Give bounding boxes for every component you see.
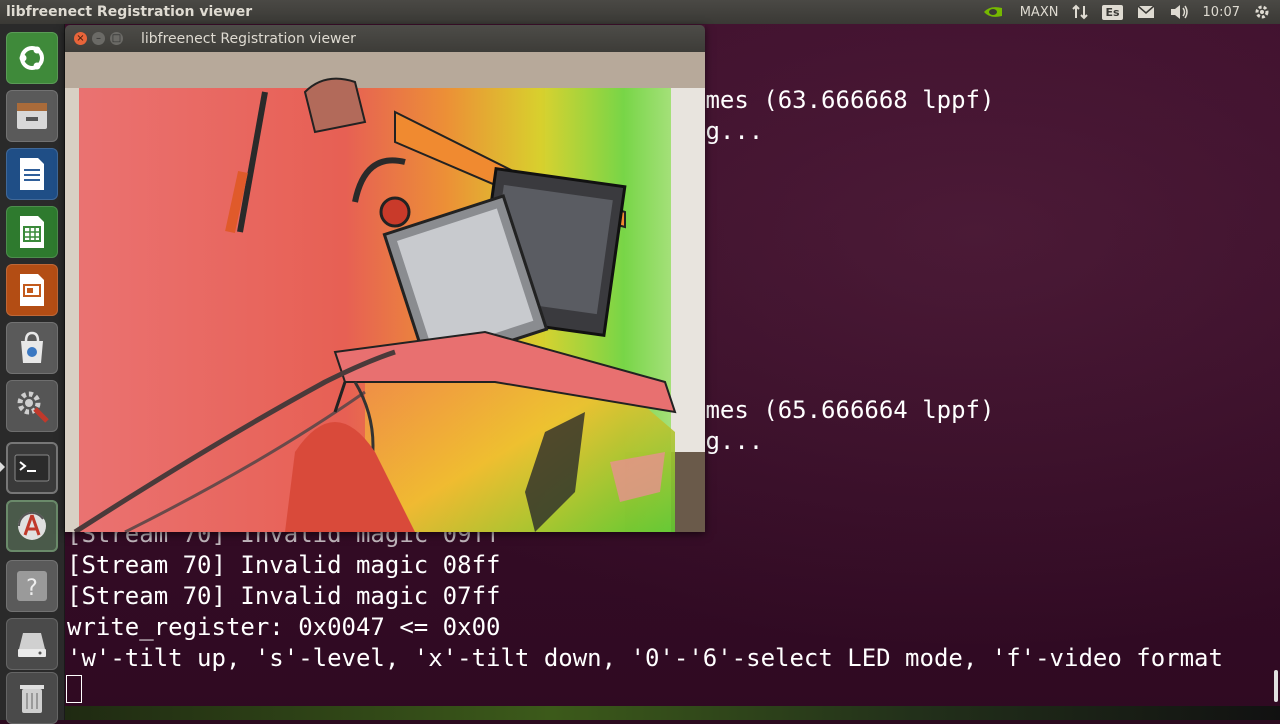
libreoffice-writer-icon[interactable]: [6, 148, 58, 200]
desktop-wallpaper: [65, 706, 1280, 720]
launcher: ?: [0, 24, 65, 724]
terminal-line: [Stream 70] Invalid magic 08ff: [67, 551, 501, 579]
trash-icon[interactable]: [6, 672, 58, 724]
indicator-area: MAXN Es 10:07: [982, 4, 1280, 20]
terminal-line: ames (63.666668 lppf): [691, 86, 995, 114]
software-center-icon[interactable]: [6, 322, 58, 374]
files-icon[interactable]: [6, 90, 58, 142]
libreoffice-impress-icon[interactable]: [6, 264, 58, 316]
help-icon[interactable]: ?: [6, 560, 58, 612]
terminal-line: write_register: 0x0047 <= 0x00: [67, 613, 501, 641]
time-label[interactable]: 10:07: [1203, 5, 1240, 20]
ubuntu-dash-icon[interactable]: [6, 32, 58, 84]
terminal-line: [Stream 70] Invalid magic 07ff: [67, 582, 501, 610]
terminal-line: 'w'-tilt up, 's'-level, 'x'-tilt down, '…: [67, 644, 1223, 672]
libreoffice-calc-icon[interactable]: [6, 206, 58, 258]
keyboard-icon[interactable]: Es: [1102, 4, 1123, 20]
power-mode-label[interactable]: MAXN: [1020, 5, 1059, 20]
terminal-icon[interactable]: [6, 442, 58, 494]
terminal-scrollbar[interactable]: [1274, 670, 1278, 702]
active-window-title: libfreenect Registration viewer: [6, 4, 253, 20]
gear-icon[interactable]: [1254, 4, 1270, 20]
svg-text:?: ?: [26, 576, 38, 601]
registration-viewer-window[interactable]: × – □ libfreenect Registration viewer: [65, 25, 705, 532]
nvidia-icon[interactable]: [982, 5, 1006, 19]
close-button[interactable]: ×: [74, 32, 87, 45]
mail-icon[interactable]: [1137, 5, 1155, 19]
minimize-button[interactable]: –: [92, 32, 105, 45]
terminal-cursor: [66, 675, 82, 703]
viewer-title: libfreenect Registration viewer: [141, 30, 356, 47]
viewer-titlebar[interactable]: × – □ libfreenect Registration viewer: [65, 25, 705, 52]
depth-registration-image[interactable]: [65, 52, 705, 532]
network-icon[interactable]: [1072, 4, 1089, 20]
system-settings-icon[interactable]: [6, 380, 58, 432]
drive-icon[interactable]: [6, 618, 58, 670]
software-updater-icon[interactable]: [6, 500, 58, 552]
terminal-line: ames (65.666664 lppf): [691, 396, 995, 424]
volume-icon[interactable]: [1169, 4, 1189, 20]
maximize-button[interactable]: □: [110, 32, 123, 45]
top-panel: libfreenect Registration viewer MAXN Es …: [0, 0, 1280, 24]
